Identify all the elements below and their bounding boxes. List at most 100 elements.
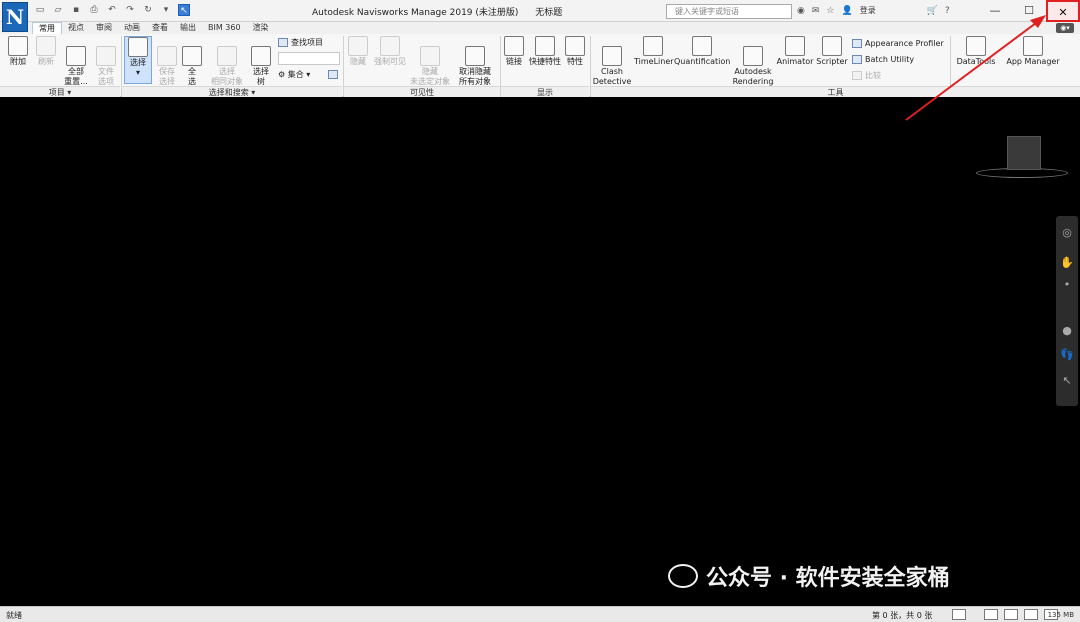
select-all-button[interactable]: 全 选 — [182, 36, 202, 87]
save-selection-button[interactable]: 保存 选择 — [156, 36, 178, 87]
quick-find-input[interactable] — [278, 52, 340, 65]
window-title: Autodesk Navisworks Manage 2019 (未注册版) 无… — [312, 8, 563, 18]
append-button[interactable]: 附加 — [6, 36, 30, 67]
tab-render[interactable]: 渲染 — [247, 22, 275, 34]
quick-properties-button[interactable]: 快捷特性 — [528, 36, 562, 67]
reset-icon — [66, 46, 86, 66]
timeliner-button[interactable]: TimeLiner — [634, 36, 674, 67]
save-icon[interactable]: ▪ — [70, 4, 82, 16]
tab-view[interactable]: 查看 — [146, 22, 174, 34]
new-icon[interactable]: ▭ — [34, 4, 46, 16]
watermark: 公众号 · 软件安装全家桶 — [668, 560, 950, 592]
communication-icon[interactable]: ✉ — [812, 6, 820, 16]
quick-properties-icon — [535, 36, 555, 56]
file-options-icon — [96, 46, 116, 66]
appearance-profiler-icon — [852, 39, 862, 48]
zoom-icon[interactable]: • — [1060, 278, 1074, 292]
select-cursor-icon[interactable]: ↖ — [178, 4, 190, 16]
compare-icon — [852, 71, 862, 80]
viewcube[interactable] — [1007, 136, 1041, 170]
links-button[interactable]: 链接 — [504, 36, 524, 67]
redo-icon[interactable]: ↷ — [124, 4, 136, 16]
project-panel-label[interactable]: 项目 ▾ — [0, 86, 120, 97]
refresh-button[interactable]: 刷新 — [34, 36, 58, 67]
memory-usage: 135 MB — [1047, 611, 1074, 619]
scene-viewport[interactable]: ◎ ✋ • ● 👣 ↖ 公众号 · 软件安装全家桶 — [0, 98, 1080, 606]
walk-icon[interactable]: 👣 — [1060, 348, 1074, 362]
quick-access-toolbar: ▭ ▱ ▪ ⎙ ↶ ↷ ↻ ▾ ↖ — [34, 4, 190, 16]
require-button[interactable]: 强制可见 — [372, 36, 408, 67]
appearance-profiler-button[interactable]: Appearance Profiler — [852, 39, 944, 49]
close-button[interactable]: ✕ — [1046, 0, 1080, 22]
steering-wheel-icon[interactable]: ◎ — [1060, 226, 1074, 240]
ribbon-minimize-toggle[interactable]: ◉▾ — [1056, 23, 1074, 33]
clash-detective-button[interactable]: Clash Detective — [592, 36, 632, 87]
help-icon[interactable]: ? — [945, 6, 950, 16]
select-same-button[interactable]: 选择 相同对象 — [208, 36, 246, 87]
open-icon[interactable]: ▱ — [52, 4, 64, 16]
selection-tree-button[interactable]: 选择 树 — [250, 36, 272, 87]
dropdown-icon[interactable]: ▾ — [160, 4, 172, 16]
hide-button[interactable]: 隐藏 — [346, 36, 370, 67]
select-button[interactable]: 选择 ▾ — [124, 36, 152, 84]
sheet-browser-icon[interactable] — [952, 609, 966, 620]
tab-output[interactable]: 输出 — [174, 22, 202, 34]
visibility-panel-label: 可见性 — [344, 86, 500, 97]
properties-button[interactable]: 特性 — [564, 36, 586, 67]
progress-icon — [984, 609, 998, 620]
batch-utility-button[interactable]: Batch Utility — [852, 55, 914, 65]
link-icon — [504, 36, 524, 56]
find-items-button[interactable]: 查找项目 — [278, 38, 323, 48]
hide-unselected-button[interactable]: 隐藏 未选定对象 — [410, 36, 450, 87]
datatools-button[interactable]: DataTools — [954, 36, 998, 67]
select-panel-label[interactable]: 选择和搜索 ▾ — [122, 86, 342, 97]
wechat-icon — [668, 564, 698, 588]
undo-icon[interactable]: ↶ — [106, 4, 118, 16]
animator-icon — [785, 36, 805, 56]
login-link[interactable]: 登录 — [860, 5, 876, 16]
quantification-button[interactable]: Quantification — [674, 36, 730, 67]
title-tools: ◉ ✉ ☆ 👤 登录 🛒 ? — [797, 5, 950, 16]
status-text: 就绪 — [6, 611, 22, 620]
select-same-icon — [217, 46, 237, 66]
app-manager-icon — [1023, 36, 1043, 56]
ribbon: 附加 刷新 全部 重置... 文件 选项 项目 ▾ 选择 ▾ 保存 选择 全 选 … — [0, 34, 1080, 97]
user-icon[interactable]: 👤 — [841, 6, 852, 16]
reset-all-button[interactable]: 全部 重置... — [62, 36, 90, 87]
append-icon — [8, 36, 28, 56]
maximize-button[interactable]: ☐ — [1012, 0, 1046, 22]
app-manager-button[interactable]: App Manager — [1004, 36, 1062, 67]
tab-home[interactable]: 常用 — [32, 22, 62, 34]
refresh-icon[interactable]: ↻ — [142, 4, 154, 16]
favorite-icon[interactable]: ☆ — [826, 6, 834, 16]
app-logo-button[interactable]: N — [2, 2, 28, 32]
file-options-button[interactable]: 文件 选项 — [94, 36, 118, 87]
batch-utility-icon — [852, 55, 862, 64]
minimize-button[interactable]: — — [978, 0, 1012, 22]
binoculars-icon[interactable]: ◉ — [797, 6, 805, 16]
manage-sets-button[interactable] — [328, 70, 341, 80]
tab-animation[interactable]: 动画 — [118, 22, 146, 34]
title-bar: N ▭ ▱ ▪ ⎙ ↶ ↷ ↻ ▾ ↖ Autodesk Navisworks … — [0, 0, 1080, 32]
unhide-all-button[interactable]: 取消隐藏 所有对象 — [454, 36, 496, 87]
select-pointer-icon[interactable]: ↖ — [1060, 374, 1074, 388]
sets-dropdown[interactable]: ⚙ 集合 ▾ — [278, 70, 310, 80]
animator-button[interactable]: Animator — [776, 36, 814, 67]
datatools-icon — [966, 36, 986, 56]
tab-viewpoint[interactable]: 视点 — [62, 22, 90, 34]
select-all-icon — [182, 46, 202, 66]
print-icon[interactable]: ⎙ — [88, 4, 100, 16]
selection-tree-icon — [251, 46, 271, 66]
help-search-input[interactable]: 键入关键字或短语 — [666, 4, 792, 19]
pan-hand-icon[interactable]: ✋ — [1060, 256, 1074, 270]
cart-icon[interactable]: 🛒 — [927, 6, 938, 16]
tab-review[interactable]: 审阅 — [90, 22, 118, 34]
orbit-icon[interactable]: ● — [1060, 324, 1074, 338]
status-icons — [952, 609, 1058, 620]
refresh-icon — [36, 36, 56, 56]
scripter-button[interactable]: Scripter — [816, 36, 848, 67]
compare-button[interactable]: 比较 — [852, 71, 881, 81]
autodesk-rendering-button[interactable]: Autodesk Rendering — [732, 36, 774, 87]
sheet-counter: 第 0 张，共 0 张 — [872, 611, 933, 620]
tab-bim360[interactable]: BIM 360 — [202, 22, 247, 34]
